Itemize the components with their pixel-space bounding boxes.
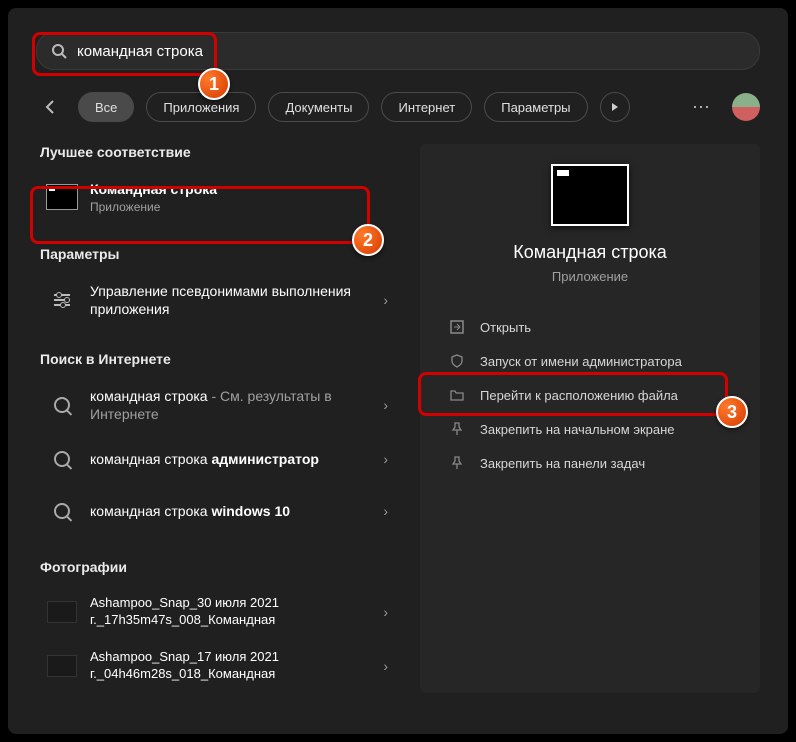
best-match-item[interactable]: Командная строка Приложение [36,170,400,224]
chevron-right-icon: › [383,397,388,413]
shield-icon [450,354,464,368]
web-result-2[interactable]: командная строка windows 10 › [36,485,400,537]
action-open-label: Открыть [480,320,531,335]
photo-result-0-title: Ashampoo_Snap_30 июля 2021 г._17h35m47s_… [90,595,371,629]
pin-icon [450,422,464,436]
chevron-right-icon: › [383,451,388,467]
section-settings: Параметры [40,246,400,262]
action-open-location[interactable]: Перейти к расположению файла [444,378,736,412]
pin-icon [450,456,464,470]
chevron-right-icon [610,102,620,112]
web-result-2-title: командная строка windows 10 [90,502,371,520]
sliders-icon [54,294,70,306]
chevron-right-icon: › [383,503,388,519]
photo-result-0[interactable]: Ashampoo_Snap_30 июля 2021 г._17h35m47s_… [36,585,400,639]
more-button[interactable]: ⋯ [682,97,720,118]
settings-result[interactable]: Управление псевдонимами выполнения прило… [36,272,400,328]
photo-result-1-title: Ashampoo_Snap_17 июля 2021 г._04h46m28s_… [90,649,371,683]
section-best-match: Лучшее соответствие [40,144,400,160]
action-admin-label: Запуск от имени администратора [480,354,682,369]
action-pin-taskbar[interactable]: Закрепить на панели задач [444,446,736,480]
action-open[interactable]: Открыть [444,310,736,344]
cmd-icon [46,184,78,210]
image-icon [47,655,77,677]
app-large-icon [551,164,629,226]
web-result-1-title: командная строка администратор [90,450,371,468]
filter-all[interactable]: Все [78,92,134,122]
filter-internet[interactable]: Интернет [381,92,472,122]
web-result-1[interactable]: командная строка администратор › [36,433,400,485]
detail-app-type: Приложение [552,269,628,284]
more-icon: ⋯ [692,97,710,117]
search-icon [54,397,70,413]
avatar[interactable] [732,93,760,121]
folder-icon [450,388,464,402]
image-icon [47,601,77,623]
search-icon [54,451,70,467]
action-run-as-admin[interactable]: Запуск от имени администратора [444,344,736,378]
best-match-title: Командная строка [90,181,217,197]
search-panel: Все Приложения Документы Интернет Параме… [8,8,788,734]
search-icon [54,503,70,519]
filter-more-button[interactable] [600,92,630,122]
settings-result-title: Управление псевдонимами выполнения прило… [90,282,371,318]
web-result-0-title: командная строка - См. результаты в Инте… [90,387,371,423]
action-pin-start-label: Закрепить на начальном экране [480,422,675,437]
filter-settings[interactable]: Параметры [484,92,587,122]
filter-documents[interactable]: Документы [268,92,369,122]
search-bar[interactable] [36,32,760,70]
search-input[interactable] [77,43,745,60]
chevron-right-icon: › [383,658,388,674]
results-column: Лучшее соответствие Командная строка При… [36,144,400,693]
section-photos: Фотографии [40,559,400,575]
action-pin-start[interactable]: Закрепить на начальном экране [444,412,736,446]
action-location-label: Перейти к расположению файла [480,388,678,403]
detail-app-name: Командная строка [513,242,667,263]
arrow-left-icon [42,98,60,116]
back-button[interactable] [36,92,66,122]
chevron-right-icon: › [383,604,388,620]
search-icon [51,43,67,59]
section-web: Поиск в Интернете [40,351,400,367]
filter-row: Все Приложения Документы Интернет Параме… [36,92,760,122]
action-pin-taskbar-label: Закрепить на панели задач [480,456,645,471]
photo-result-1[interactable]: Ashampoo_Snap_17 июля 2021 г._04h46m28s_… [36,639,400,693]
chevron-right-icon: › [383,292,388,308]
open-icon [450,320,464,334]
web-result-0[interactable]: командная строка - См. результаты в Инте… [36,377,400,433]
detail-pane: Командная строка Приложение Открыть Запу… [420,144,760,693]
best-match-sub: Приложение [90,200,388,214]
filter-apps[interactable]: Приложения [146,92,256,122]
